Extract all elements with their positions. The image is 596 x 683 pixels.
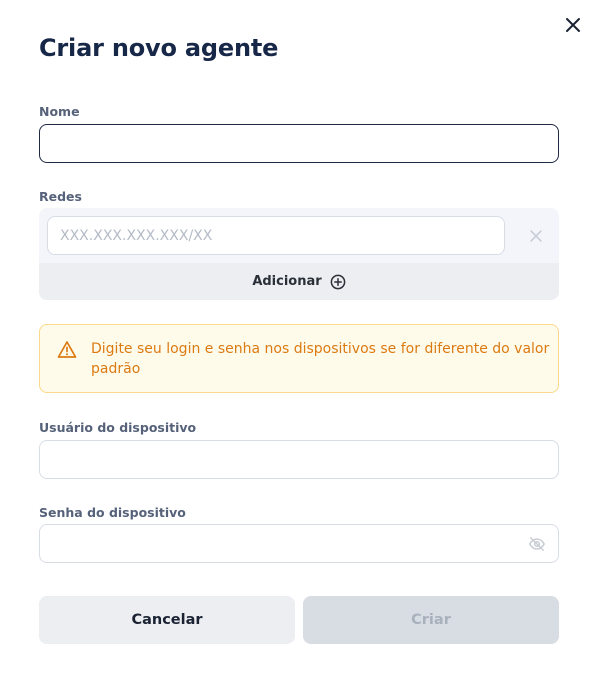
nome-field-wrapper <box>39 124 559 163</box>
close-icon <box>566 18 580 32</box>
senha-field-wrapper <box>39 524 559 563</box>
senha-input[interactable] <box>40 525 558 562</box>
eye-off-icon[interactable] <box>528 535 546 553</box>
nome-label: Nome <box>39 104 80 119</box>
redes-remove-button[interactable] <box>528 228 544 244</box>
close-icon <box>530 230 542 242</box>
cancel-button[interactable]: Cancelar <box>39 596 295 644</box>
warning-triangle-icon <box>57 341 77 358</box>
create-button[interactable]: Criar <box>303 596 559 644</box>
warning-text: Digite seu login e senha nos dispositivo… <box>91 341 550 377</box>
modal-title: Criar novo agente <box>39 34 279 62</box>
plus-circle-icon <box>330 274 346 289</box>
create-agent-modal: Criar novo agente Nome Redes Adicionar <box>0 0 596 683</box>
redes-row-wrapper <box>47 216 505 255</box>
close-button[interactable] <box>562 14 584 36</box>
usuario-field-wrapper <box>39 440 559 479</box>
senha-label: Senha do dispositivo <box>39 505 186 520</box>
usuario-input[interactable] <box>40 441 558 478</box>
redes-label: Redes <box>39 189 82 204</box>
redes-container: Adicionar <box>39 208 559 300</box>
add-rede-label: Adicionar <box>252 274 322 289</box>
add-rede-button[interactable]: Adicionar <box>39 263 559 300</box>
nome-input[interactable] <box>40 125 558 162</box>
usuario-label: Usuário do dispositivo <box>39 420 197 435</box>
warning-banner: Digite seu login e senha nos dispositivo… <box>39 324 559 393</box>
redes-input[interactable] <box>48 217 504 254</box>
